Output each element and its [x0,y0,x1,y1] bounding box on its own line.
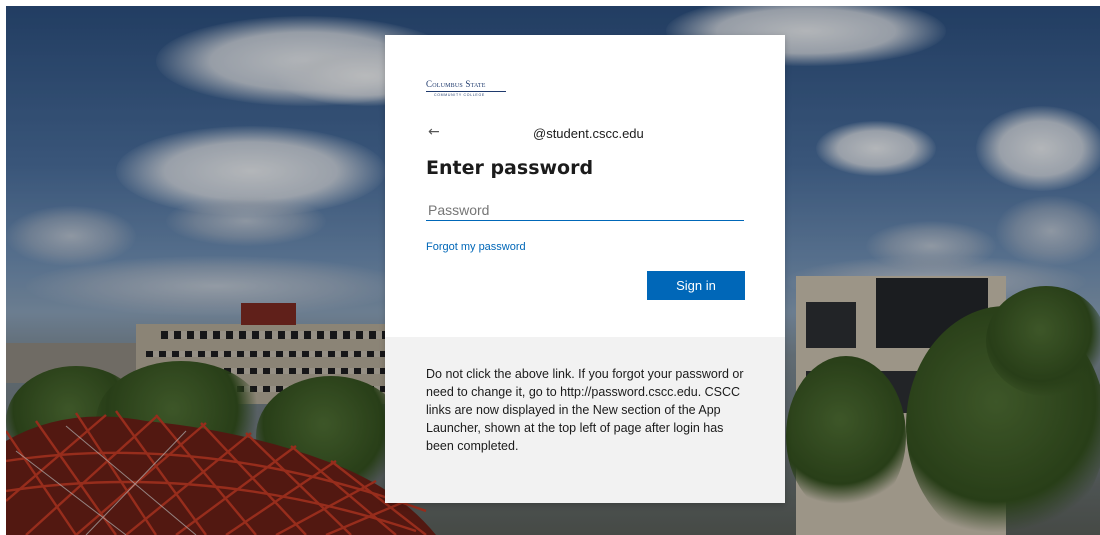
login-card: Columbus State COMMUNITY COLLEGE ← @stud… [385,35,785,503]
logo-name: Columbus State [426,79,486,89]
arrow-left-icon[interactable]: ← [428,125,440,139]
logo-subtitle: COMMUNITY COLLEGE [434,93,485,97]
account-identity: @student.cscc.edu [533,126,644,141]
logo-divider [426,91,506,92]
page-title: Enter password [426,157,594,179]
notice-panel: Do not click the above link. If you forg… [385,337,785,503]
login-form: Columbus State COMMUNITY COLLEGE ← @stud… [385,35,785,337]
notice-text: Do not click the above link. If you forg… [426,367,744,453]
college-logo: Columbus State COMMUNITY COLLEGE [426,79,536,97]
password-input[interactable] [426,199,744,221]
sign-in-button[interactable]: Sign in [647,271,745,300]
forgot-password-link[interactable]: Forgot my password [426,241,526,253]
